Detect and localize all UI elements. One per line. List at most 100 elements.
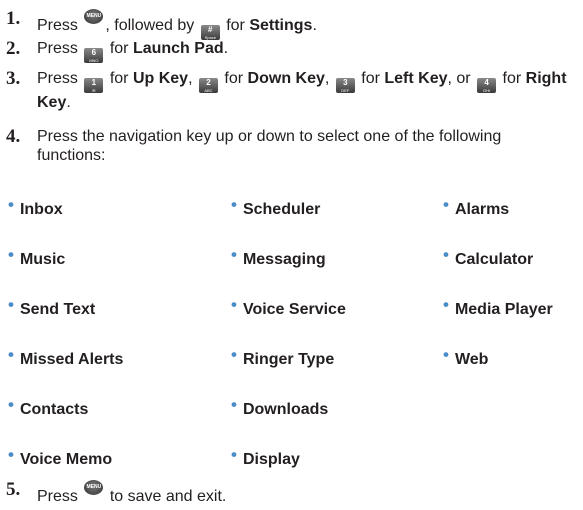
menu-target-settings: Settings (249, 17, 313, 34)
function-item: • Music (8, 245, 66, 269)
bullet-icon: • (231, 245, 237, 264)
bullet-icon: • (231, 295, 237, 314)
bullet-icon: • (231, 395, 237, 414)
function-item: • Ringer Type (231, 345, 335, 369)
function-label: Calculator (454, 251, 534, 268)
function-label: Scheduler (242, 201, 321, 218)
function-item: • Voice Service (231, 295, 346, 319)
function-label: Alarms (454, 201, 510, 218)
menu-target-left-key: Left Key (384, 70, 448, 87)
function-item: • Alarms (443, 195, 510, 219)
function-label: Display (242, 451, 300, 468)
step-text: . (223, 40, 229, 57)
function-item: • Send Text (8, 295, 96, 319)
step-number: 2. (6, 38, 21, 59)
bullet-icon: • (8, 345, 14, 364)
function-label: Ringer Type (242, 351, 335, 368)
step-5: 5. Press MENU OK to save and exit. (6, 480, 576, 506)
function-item: • Display (231, 445, 300, 469)
bullet-icon: • (8, 195, 14, 214)
function-label: Downloads (242, 401, 329, 418)
bullet-icon: • (443, 295, 449, 314)
step-text: for (226, 17, 245, 34)
key-sublabel: DEF (341, 88, 350, 93)
step-text: for (224, 70, 244, 87)
step-text: Press (37, 40, 78, 57)
function-label: Voice Service (242, 301, 346, 318)
bullet-icon: • (8, 245, 14, 264)
function-label: Music (19, 251, 66, 268)
four-key-icon: 4 GHI (477, 78, 497, 93)
one-key-icon: 1 ✉ (84, 78, 104, 93)
function-item: • Downloads (231, 395, 329, 419)
function-label: Missed Alerts (19, 351, 124, 368)
bullet-icon: • (443, 195, 449, 214)
key-sublabel: ✉ (92, 88, 96, 93)
step-text: Press (37, 17, 78, 34)
function-item: • Scheduler (231, 195, 321, 219)
menu-ok-key-icon: MENU OK (84, 9, 104, 34)
key-label: 4 (484, 78, 489, 87)
function-item: • Inbox (8, 195, 63, 219)
step-1: 1. Press MENU OK, followed by # Space for… (6, 9, 576, 40)
bullet-icon: • (231, 345, 237, 364)
bullet-icon: • (8, 395, 14, 414)
menu-target-launch-pad: Launch Pad (132, 40, 224, 57)
function-item: • Contacts (8, 395, 89, 419)
function-label: Web (454, 351, 489, 368)
key-label: 3 (343, 78, 348, 87)
function-item: • Missed Alerts (8, 345, 124, 369)
menu-target-up-key: Up Key (132, 70, 189, 87)
step-text: for (109, 70, 129, 87)
key-sublabel: GHI (483, 88, 491, 93)
step-text: for (502, 70, 522, 87)
bullet-icon: • (231, 445, 237, 464)
key-sublabel: MNO (89, 58, 99, 63)
function-label: Send Text (19, 301, 96, 318)
step-text: Press (37, 70, 78, 87)
six-key-icon: 6 MNO (84, 48, 104, 63)
menu-target-down-key: Down Key (247, 70, 325, 87)
step-3: 3. Press 1 ✉ for Up Key, 2 ABC for Down Ke… (6, 69, 576, 112)
step-text: for (361, 70, 380, 87)
step-text: . (312, 17, 317, 34)
function-label: Contacts (19, 401, 89, 418)
bullet-icon: • (443, 245, 449, 264)
function-item: • Media Player (443, 295, 553, 319)
bullet-icon: • (443, 345, 449, 364)
bullet-icon: • (8, 295, 14, 314)
step-number: 1. (6, 8, 21, 29)
step-text: , or (447, 70, 471, 87)
step-text: Press the navigation key up or down to s… (37, 128, 502, 164)
function-label: Media Player (454, 301, 553, 318)
step-4: 4. Press the navigation key up or down t… (6, 127, 576, 165)
key-label: # (208, 25, 213, 34)
function-item: • Voice Memo (8, 445, 113, 469)
key-label: 2 (206, 78, 211, 87)
function-item: • Web (443, 345, 489, 369)
step-number: 4. (6, 126, 21, 147)
key-label: 6 (91, 48, 97, 57)
step-text: , (324, 70, 330, 87)
step-text: , followed by (105, 17, 195, 34)
step-2: 2. Press 6 MNO for Launch Pad. (6, 39, 576, 63)
function-item: • Calculator (443, 245, 534, 269)
step-text: , (188, 70, 193, 87)
step-number: 5. (6, 479, 21, 500)
function-item: • Messaging (231, 245, 326, 269)
step-number: 3. (6, 68, 21, 89)
menu-ok-key-icon: MENU OK (84, 480, 104, 505)
step-text: . (66, 94, 71, 111)
step-text: for (109, 40, 129, 57)
step-text: Press (37, 488, 78, 505)
key-label: 1 (91, 78, 97, 87)
two-key-icon: 2 ABC (198, 78, 218, 93)
bullet-icon: • (8, 445, 14, 464)
bullet-icon: • (231, 195, 237, 214)
function-label: Messaging (242, 251, 326, 268)
function-label: Inbox (19, 201, 63, 218)
function-label: Voice Memo (19, 451, 113, 468)
key-sublabel: ABC (204, 88, 213, 93)
three-key-icon: 3 DEF (335, 78, 355, 93)
pound-key-icon: # Space (200, 25, 220, 40)
